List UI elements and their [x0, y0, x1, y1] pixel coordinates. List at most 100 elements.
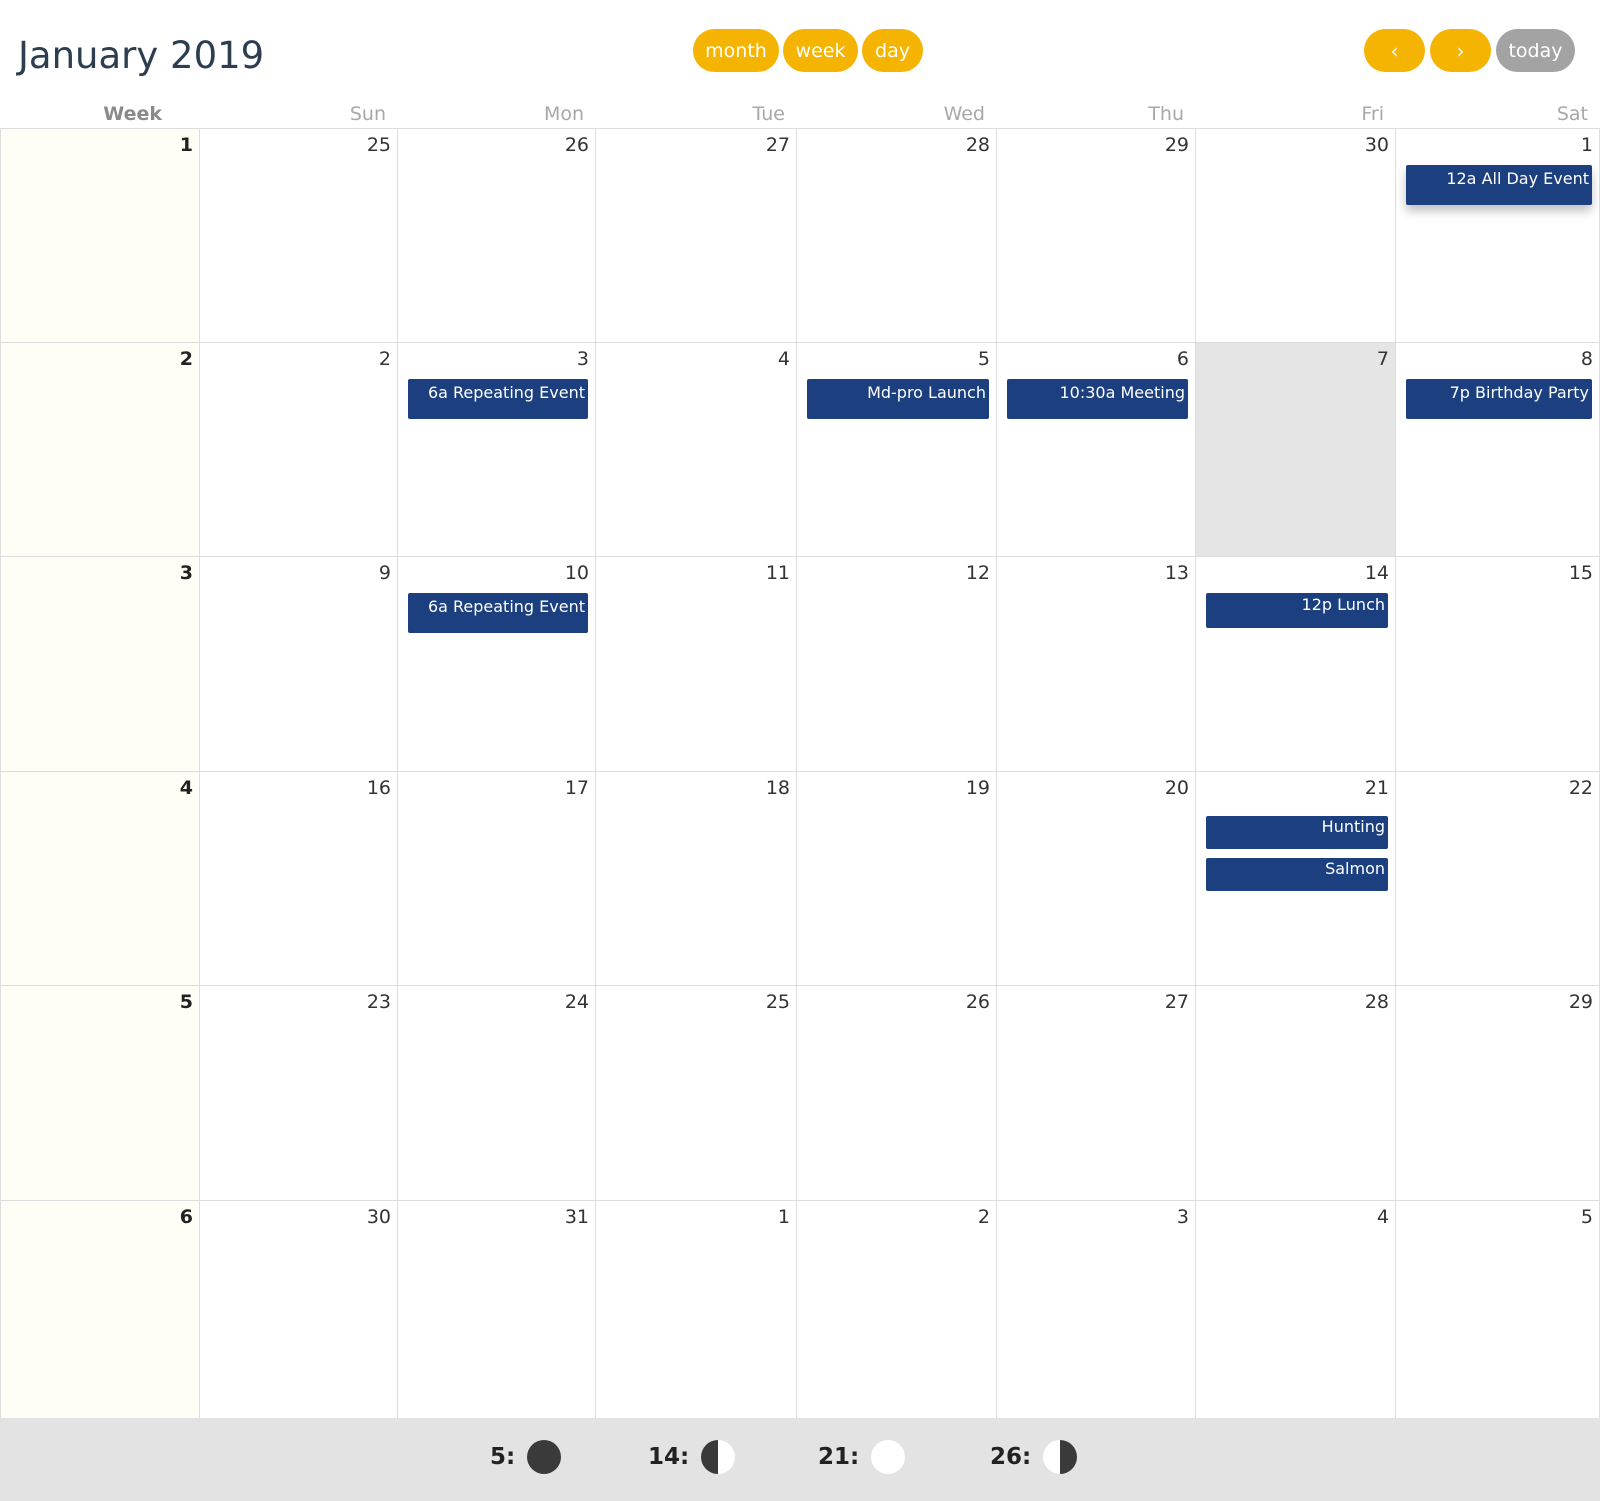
day-number[interactable]: 6 — [1177, 348, 1189, 370]
day-cell[interactable]: 17 — [398, 772, 596, 986]
day-number[interactable]: 18 — [766, 777, 790, 799]
day-cell[interactable]: 25 — [200, 129, 398, 343]
week-view-button[interactable]: week — [783, 29, 858, 72]
day-cell[interactable]: 29 — [997, 129, 1196, 343]
day-cell[interactable]: 22 — [1396, 772, 1600, 986]
day-number[interactable]: 4 — [1377, 1206, 1389, 1228]
day-cell[interactable]: 29 — [1396, 986, 1600, 1201]
day-number[interactable]: 23 — [367, 991, 391, 1013]
day-cell[interactable]: 6 — [997, 343, 1196, 557]
calendar-event[interactable]: 6a Repeating Event — [408, 593, 588, 633]
day-cell[interactable]: 26 — [797, 986, 997, 1201]
day-number[interactable]: 5 — [978, 348, 990, 370]
day-number[interactable]: 8 — [1581, 348, 1593, 370]
day-cell[interactable]: 30 — [1196, 129, 1396, 343]
day-cell[interactable]: 14 — [1196, 557, 1396, 772]
day-cell[interactable]: 11 — [596, 557, 797, 772]
day-number[interactable]: 3 — [577, 348, 589, 370]
day-number[interactable]: 5 — [1581, 1206, 1593, 1228]
day-number[interactable]: 1 — [1581, 134, 1593, 156]
day-number[interactable]: 22 — [1569, 777, 1593, 799]
calendar-event[interactable]: Salmon — [1206, 858, 1388, 891]
calendar-event[interactable]: Md-pro Launch — [807, 379, 989, 419]
calendar-event[interactable]: 12p Lunch — [1206, 593, 1388, 628]
day-number[interactable]: 28 — [966, 134, 990, 156]
day-number[interactable]: 24 — [565, 991, 589, 1013]
day-number[interactable]: 2 — [379, 348, 391, 370]
day-number[interactable]: 21 — [1365, 777, 1389, 799]
day-number[interactable]: 14 — [1365, 562, 1389, 584]
day-cell[interactable]: 3 — [398, 343, 596, 557]
day-cell[interactable]: 8 — [1396, 343, 1600, 557]
day-number[interactable]: 13 — [1165, 562, 1189, 584]
calendar-event[interactable]: 6a Repeating Event — [408, 379, 588, 419]
day-cell[interactable]: 25 — [596, 986, 797, 1201]
day-cell[interactable]: 9 — [200, 557, 398, 772]
day-cell[interactable]: 3 — [997, 1201, 1196, 1419]
day-cell[interactable]: 4 — [1196, 1201, 1396, 1419]
day-number[interactable]: 2 — [978, 1206, 990, 1228]
day-cell[interactable]: 27 — [596, 129, 797, 343]
calendar-event[interactable]: Hunting — [1206, 816, 1388, 849]
day-number[interactable]: 17 — [565, 777, 589, 799]
day-number[interactable]: 29 — [1569, 991, 1593, 1013]
day-number[interactable]: 28 — [1365, 991, 1389, 1013]
day-cell-today[interactable]: 7 — [1196, 343, 1396, 557]
day-cell[interactable]: 1 — [1396, 129, 1600, 343]
day-cell[interactable]: 20 — [997, 772, 1196, 986]
day-cell[interactable]: 4 — [596, 343, 797, 557]
day-view-button[interactable]: day — [862, 29, 923, 72]
day-cell[interactable]: 31 — [398, 1201, 596, 1419]
day-cell[interactable]: 1 — [596, 1201, 797, 1419]
day-number[interactable]: 4 — [778, 348, 790, 370]
calendar-event[interactable]: 7p Birthday Party — [1406, 379, 1592, 419]
calendar-event[interactable]: 12a All Day Event — [1406, 165, 1592, 205]
day-number[interactable]: 31 — [565, 1206, 589, 1228]
day-number[interactable]: 20 — [1165, 777, 1189, 799]
day-number[interactable]: 25 — [367, 134, 391, 156]
moon-first-icon — [701, 1440, 736, 1474]
day-cell[interactable]: 5 — [1396, 1201, 1600, 1419]
day-cell[interactable]: 24 — [398, 986, 596, 1201]
day-number[interactable]: 15 — [1569, 562, 1593, 584]
day-number[interactable]: 30 — [1365, 134, 1389, 156]
day-cell[interactable]: 12 — [797, 557, 997, 772]
day-number[interactable]: 10 — [565, 562, 589, 584]
day-cell[interactable]: 13 — [997, 557, 1196, 772]
day-cell[interactable]: 27 — [997, 986, 1196, 1201]
day-number[interactable]: 26 — [565, 134, 589, 156]
day-cell[interactable]: 5 — [797, 343, 997, 557]
day-number[interactable]: 9 — [379, 562, 391, 584]
day-cell[interactable]: 2 — [797, 1201, 997, 1419]
day-cell[interactable]: 2 — [200, 343, 398, 557]
calendar-event[interactable]: 10:30a Meeting — [1007, 379, 1188, 419]
day-cell[interactable]: 28 — [1196, 986, 1396, 1201]
day-cell[interactable]: 15 — [1396, 557, 1600, 772]
column-header-fri: Fri — [1361, 103, 1384, 125]
day-cell[interactable]: 28 — [797, 129, 997, 343]
day-number[interactable]: 19 — [966, 777, 990, 799]
day-cell[interactable]: 10 — [398, 557, 596, 772]
day-cell[interactable]: 26 — [398, 129, 596, 343]
day-number[interactable]: 16 — [367, 777, 391, 799]
next-button[interactable]: › — [1430, 29, 1491, 72]
day-number[interactable]: 3 — [1177, 1206, 1189, 1228]
day-cell[interactable]: 23 — [200, 986, 398, 1201]
day-number[interactable]: 11 — [766, 562, 790, 584]
day-number[interactable]: 7 — [1377, 348, 1389, 370]
day-cell[interactable]: 18 — [596, 772, 797, 986]
today-button[interactable]: today — [1496, 29, 1575, 72]
day-number[interactable]: 12 — [966, 562, 990, 584]
day-number[interactable]: 26 — [966, 991, 990, 1013]
day-number[interactable]: 27 — [1165, 991, 1189, 1013]
day-number[interactable]: 27 — [766, 134, 790, 156]
day-number[interactable]: 29 — [1165, 134, 1189, 156]
day-cell[interactable]: 30 — [200, 1201, 398, 1419]
prev-button[interactable]: ‹ — [1364, 29, 1425, 72]
month-view-button[interactable]: month — [693, 29, 779, 72]
day-cell[interactable]: 19 — [797, 772, 997, 986]
day-number[interactable]: 25 — [766, 991, 790, 1013]
day-number[interactable]: 30 — [367, 1206, 391, 1228]
day-number[interactable]: 1 — [778, 1206, 790, 1228]
day-cell[interactable]: 16 — [200, 772, 398, 986]
